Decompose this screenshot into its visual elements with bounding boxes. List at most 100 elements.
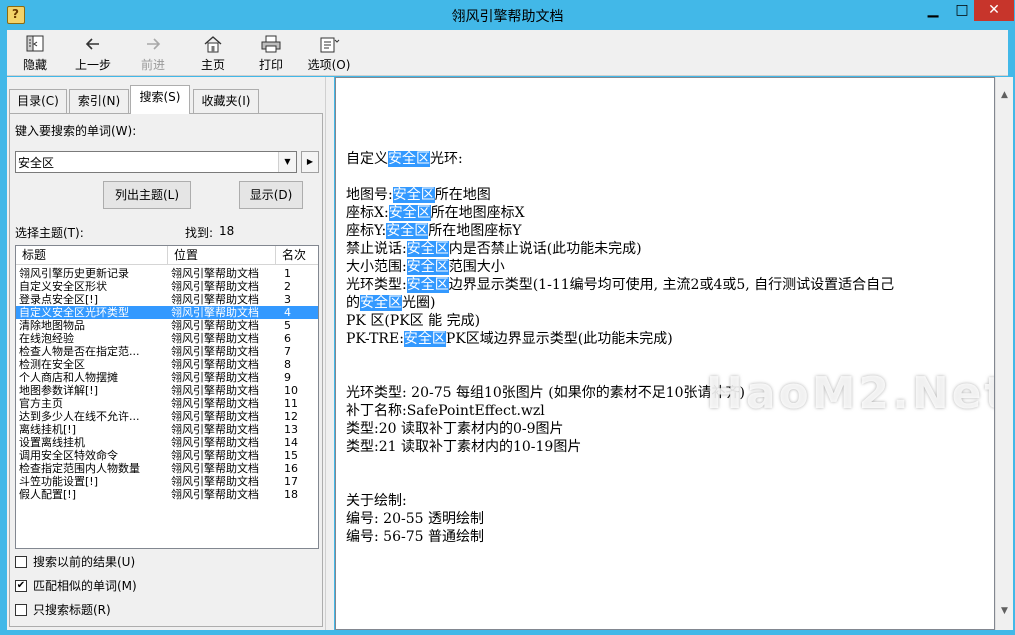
forward-arrow-icon [147, 38, 161, 50]
search-highlight: 安全区 [388, 151, 430, 167]
result-row[interactable]: 在线泡经验 翎风引擎帮助文档 6 [16, 332, 318, 345]
result-rank: 10 [284, 384, 298, 397]
doc-text: 光圈) [402, 295, 436, 311]
doc-text: 座标X: [346, 205, 389, 221]
result-title: 离线挂机[!] [19, 423, 76, 436]
result-row[interactable]: 地图参数详解[!] 翎风引擎帮助文档 10 [16, 384, 318, 397]
doc-text: 自定义 [346, 151, 388, 167]
effect-line: 类型:20 读取补丁素材内的0-9图片 [346, 421, 564, 437]
tab-contents[interactable]: 目录(C) [9, 89, 67, 113]
tab-index[interactable]: 索引(N) [69, 89, 129, 113]
doc-text: 大小范围: [346, 259, 407, 275]
tab-search[interactable]: 搜索(S) [130, 85, 190, 114]
result-row[interactable]: 达到多少人在线不允许... 翎风引擎帮助文档 12 [16, 410, 318, 423]
result-row[interactable]: 翎风引擎历史更新记录 翎风引擎帮助文档 1 [16, 267, 318, 280]
title-bar: 翎风引擎帮助文档 ▁ □ ✕ [0, 0, 1015, 30]
result-rank: 11 [284, 397, 298, 410]
titles-only-checkbox[interactable]: 只搜索标题(R) [15, 602, 215, 618]
result-location: 翎风引擎帮助文档 [171, 371, 259, 384]
checkbox-box[interactable]: ✔ [15, 580, 27, 592]
result-row[interactable]: 检查人物是否在指定范... 翎风引擎帮助文档 7 [16, 345, 318, 358]
column-header-location[interactable]: 位置 [168, 246, 276, 265]
result-location: 翎风引擎帮助文档 [171, 306, 259, 319]
doc-text: 座标Y: [346, 223, 387, 239]
close-button[interactable]: ✕ [974, 0, 1014, 21]
keyword-input[interactable] [16, 152, 278, 172]
scroll-up-arrow-icon[interactable]: ▲ [996, 87, 1013, 104]
result-title: 检测在安全区 [19, 358, 85, 371]
column-header-title[interactable]: 标题 [16, 246, 168, 265]
results-list[interactable]: 标题 位置 名次 翎风引擎历史更新记录 翎风引擎帮助文档 1 自定义安全区形状 翎风引擎… [15, 245, 319, 549]
result-title: 检查指定范围内人物数量 [19, 462, 140, 475]
result-title: 斗笠功能设置[!] [19, 475, 98, 488]
result-rank: 7 [284, 345, 291, 358]
result-row[interactable]: 登录点安全区[!] 翎风引擎帮助文档 3 [16, 293, 318, 306]
pane-splitter[interactable] [325, 77, 334, 630]
result-row[interactable]: 检测在安全区 翎风引擎帮助文档 8 [16, 358, 318, 371]
result-row[interactable]: 官方主页 翎风引擎帮助文档 11 [16, 397, 318, 410]
result-rank: 16 [284, 462, 298, 475]
result-row[interactable]: 斗笠功能设置[!] 翎风引擎帮助文档 17 [16, 475, 318, 488]
param-line: PK 区(PK区 能 完成) [346, 312, 994, 330]
result-row[interactable]: 自定义安全区光环类型 翎风引擎帮助文档 4 [16, 306, 318, 319]
param-line: PK-TRE:安全区PK区域边界显示类型(此功能未完成) [346, 330, 994, 348]
checkbox-box[interactable] [15, 556, 27, 568]
result-location: 翎风引擎帮助文档 [171, 449, 259, 462]
content-scrollbar[interactable]: ▲ ▼ [995, 77, 1013, 630]
result-row[interactable]: 离线挂机[!] 翎风引擎帮助文档 13 [16, 423, 318, 436]
result-row[interactable]: 调用安全区特效命令 翎风引擎帮助文档 15 [16, 449, 318, 462]
print-button[interactable]: 打印 [243, 34, 299, 74]
back-button[interactable]: 上一步 [65, 34, 121, 74]
doc-text: PK-TRE: [346, 331, 404, 347]
result-row[interactable]: 个人商店和人物摆摊 翎风引擎帮助文档 9 [16, 371, 318, 384]
search-highlight: 安全区 [360, 295, 402, 311]
tab-favorites[interactable]: 收藏夹(I) [193, 89, 259, 113]
effect-line: 光环类型: 20-75 每组10张图片 (如果你的素材不足10张请补齐) [346, 385, 745, 401]
result-row[interactable]: 设置离线挂机 翎风引擎帮助文档 14 [16, 436, 318, 449]
forward-button[interactable]: 前进 [125, 34, 181, 74]
column-header-rank[interactable]: 名次 [276, 246, 318, 265]
result-location: 翎风引擎帮助文档 [171, 280, 259, 293]
draw-line: 编号: 56-75 普通绘制 [346, 529, 484, 545]
effect-line: 补丁名称:SafePointEffect.wzl [346, 403, 545, 419]
titles-only-label: 只搜索标题(R) [33, 603, 111, 617]
scroll-down-arrow-icon[interactable]: ▼ [996, 603, 1013, 620]
draw-line: 编号: 20-55 透明绘制 [346, 511, 484, 527]
dropdown-arrow-icon[interactable]: ▼ [278, 152, 296, 172]
search-highlight: 安全区 [406, 277, 449, 293]
doc-text: PK区域边界显示类型(此功能未完成) [445, 331, 673, 347]
result-rank: 18 [284, 488, 298, 501]
result-row[interactable]: 清除地图物品 翎风引擎帮助文档 5 [16, 319, 318, 332]
result-rank: 4 [284, 306, 291, 319]
param-line: 座标X:安全区所在地图座标X [346, 204, 994, 222]
list-topics-button[interactable]: 列出主题(L) [103, 181, 191, 209]
param-line: 禁止说话:安全区内是否禁止说话(此功能未完成) [346, 240, 994, 258]
right-triangle-icon: ▶ [306, 157, 314, 166]
checkbox-box[interactable] [15, 604, 27, 616]
maximize-button[interactable]: □ [947, 0, 977, 21]
result-row[interactable]: 假人配置[!] 翎风引擎帮助文档 18 [16, 488, 318, 501]
topic-content-pane: 自定义安全区光环: 地图号:安全区所在地图 座标X:安全区所在地图座标X 座标Y:安… [335, 77, 995, 630]
search-highlight: 安全区 [406, 241, 449, 257]
options-button[interactable]: 选项(O) [301, 34, 357, 74]
home-button[interactable]: 主页 [185, 34, 241, 74]
window-title: 翎风引擎帮助文档 [451, 9, 564, 25]
minimize-button[interactable]: ▁ [918, 0, 948, 21]
doc-text: 禁止说话: [346, 241, 407, 257]
match-similar-checkbox[interactable]: ✔ 匹配相似的单词(M) [15, 578, 215, 594]
keyword-go-button[interactable]: ▶ [301, 151, 319, 173]
param-line: 座标Y:安全区所在地图座标Y [346, 222, 994, 240]
result-rank: 14 [284, 436, 298, 449]
hide-button[interactable]: 隐藏 [7, 34, 63, 74]
result-title: 登录点安全区[!] [19, 293, 98, 306]
keyword-label: 键入要搜索的单词(W): [15, 124, 137, 138]
display-button[interactable]: 显示(D) [239, 181, 303, 209]
keyword-combobox[interactable]: ▼ [15, 151, 297, 173]
result-location: 翎风引擎帮助文档 [171, 345, 259, 358]
result-row[interactable]: 自定义安全区形状 翎风引擎帮助文档 2 [16, 280, 318, 293]
result-row[interactable]: 检查指定范围内人物数量 翎风引擎帮助文档 16 [16, 462, 318, 475]
doc-text: 地图号: [346, 187, 393, 203]
home-icon [204, 36, 222, 53]
param-line: 大小范围:安全区范围大小 [346, 258, 994, 276]
search-previous-checkbox[interactable]: 搜索以前的结果(U) [15, 554, 215, 570]
